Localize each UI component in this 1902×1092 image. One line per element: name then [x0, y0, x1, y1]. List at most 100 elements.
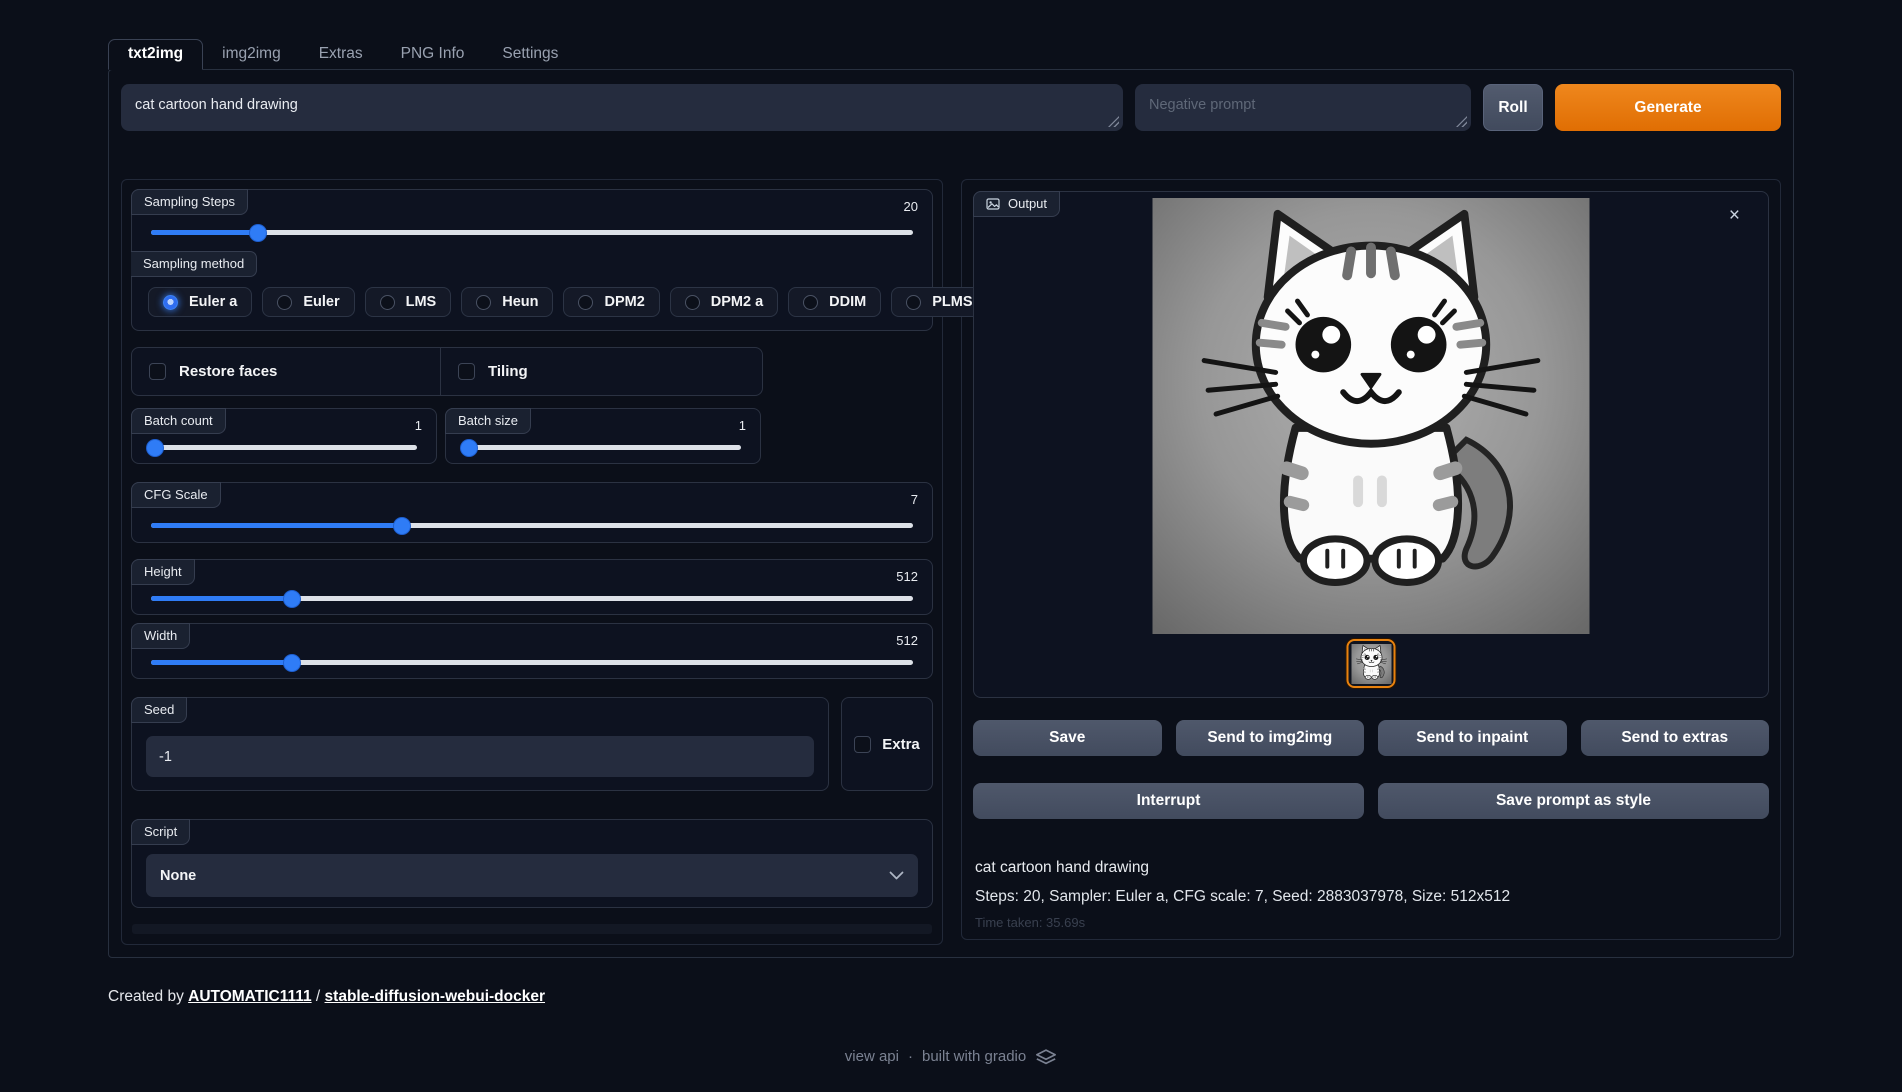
credit-separator: /	[312, 988, 325, 1005]
radio-dot-icon	[906, 295, 921, 310]
generate-button[interactable]: Generate	[1555, 84, 1781, 131]
seed-group: Seed	[131, 697, 829, 791]
extra-checkbox[interactable]	[854, 736, 871, 753]
restore-faces-option[interactable]: Restore faces	[132, 348, 440, 395]
radio-dot-icon	[803, 295, 818, 310]
cfg-scale-slider[interactable]	[151, 523, 913, 528]
seed-input[interactable]	[146, 736, 814, 777]
txt2img-panel: cat cartoon hand drawing Roll Generate S…	[108, 69, 1794, 958]
sampling-method-label: Sampling method	[131, 251, 257, 277]
send-to-extras-button[interactable]: Send to extras	[1581, 720, 1770, 756]
height-label: Height	[131, 559, 195, 585]
height-group: Height 512	[131, 559, 933, 615]
prompt-input[interactable]: cat cartoon hand drawing	[121, 84, 1123, 131]
batch-size-slider[interactable]	[465, 445, 741, 450]
radio-label: DDIM	[829, 294, 866, 310]
info-params-text: Steps: 20, Sampler: Euler a, CFG scale: …	[975, 888, 1767, 906]
height-slider[interactable]	[151, 596, 913, 601]
tab-extras[interactable]: Extras	[300, 40, 382, 69]
radio-label: DPM2 a	[711, 294, 763, 310]
settings-column: Sampling Steps 20 Sampling method Euler …	[121, 179, 943, 945]
credit-line: Created by AUTOMATIC1111 / stable-diffus…	[108, 988, 545, 1006]
prompt-row: cat cartoon hand drawing Roll Generate	[121, 84, 1781, 131]
script-label: Script	[131, 819, 190, 845]
cfg-scale-label: CFG Scale	[131, 482, 221, 508]
slider-knob[interactable]	[461, 440, 477, 456]
slider-knob[interactable]	[284, 591, 300, 607]
toggle-row: Restore faces Tiling	[131, 347, 763, 396]
slider-knob[interactable]	[284, 655, 300, 671]
restore-faces-checkbox[interactable]	[149, 363, 166, 380]
sampling-method-label-row: Sampling method	[148, 251, 916, 277]
send-to-img2img-button[interactable]: Send to img2img	[1176, 720, 1365, 756]
sampling-method-radios: Euler a Euler LMS Heun	[148, 287, 916, 317]
tab-png-info[interactable]: PNG Info	[382, 40, 484, 69]
webui-app: txt2img img2img Extras PNG Info Settings…	[108, 40, 1794, 958]
slider-knob[interactable]	[394, 518, 410, 534]
send-to-inpaint-button[interactable]: Send to inpaint	[1378, 720, 1567, 756]
radio-lms[interactable]: LMS	[365, 287, 452, 317]
radio-label: Euler a	[189, 294, 237, 310]
tab-img2img[interactable]: img2img	[203, 40, 300, 69]
radio-label: Heun	[502, 294, 538, 310]
created-by-text: Created by	[108, 988, 188, 1005]
batch-count-slider[interactable]	[151, 445, 417, 450]
radio-dpm2-a[interactable]: DPM2 a	[670, 287, 778, 317]
slider-fill	[151, 660, 292, 665]
view-api-link[interactable]: view api	[845, 1048, 899, 1065]
batch-count-group: Batch count 1	[131, 408, 437, 464]
radio-dot-icon	[380, 295, 395, 310]
script-dropdown[interactable]: None	[146, 854, 918, 897]
info-time-text: Time taken: 35.69s	[975, 915, 1767, 930]
generated-image	[1153, 198, 1590, 634]
sampling-steps-value: 20	[904, 199, 918, 214]
radio-dot-icon	[277, 295, 292, 310]
repo-link[interactable]: stable-diffusion-webui-docker	[325, 988, 545, 1005]
extra-seed-option[interactable]: Extra	[841, 697, 933, 791]
tiling-option[interactable]: Tiling	[440, 348, 762, 395]
cfg-scale-group: CFG Scale 7	[131, 482, 933, 543]
slider-fill	[151, 230, 258, 235]
radio-ddim[interactable]: DDIM	[788, 287, 881, 317]
restore-faces-label: Restore faces	[179, 363, 277, 380]
tiling-checkbox[interactable]	[458, 363, 475, 380]
gallery-thumbnail-selected[interactable]	[1347, 639, 1396, 688]
sampling-steps-label: Sampling Steps	[131, 189, 248, 215]
radio-dot-icon	[476, 295, 491, 310]
width-slider[interactable]	[151, 660, 913, 665]
extra-label: Extra	[882, 736, 920, 753]
radio-label: LMS	[406, 294, 437, 310]
gradio-footer: view api · built with gradio	[0, 1048, 1902, 1065]
radio-euler-a[interactable]: Euler a	[148, 287, 252, 317]
automatic1111-link[interactable]: AUTOMATIC1111	[188, 988, 311, 1005]
image-icon	[986, 197, 1000, 211]
radio-dot-icon	[685, 295, 700, 310]
script-dropdown-value: None	[160, 868, 196, 884]
interrupt-button[interactable]: Interrupt	[973, 783, 1364, 819]
roll-button[interactable]: Roll	[1483, 84, 1543, 131]
radio-dpm2[interactable]: DPM2	[563, 287, 659, 317]
radio-euler[interactable]: Euler	[262, 287, 354, 317]
sampling-group: Sampling Steps 20 Sampling method Euler …	[131, 189, 933, 331]
tab-txt2img[interactable]: txt2img	[108, 39, 203, 70]
radio-label: DPM2	[604, 294, 644, 310]
output-label: Output	[1008, 196, 1047, 211]
radio-heun[interactable]: Heun	[461, 287, 553, 317]
batch-count-value: 1	[415, 418, 422, 433]
batch-size-label: Batch size	[445, 408, 531, 434]
slider-knob[interactable]	[147, 440, 163, 456]
cfg-scale-value: 7	[911, 492, 918, 507]
tiling-label: Tiling	[488, 363, 528, 380]
slider-fill	[151, 523, 402, 528]
close-icon[interactable]: ×	[1729, 206, 1740, 225]
negative-prompt-input[interactable]	[1135, 84, 1471, 131]
action-buttons-row: Interrupt Save prompt as style	[973, 783, 1769, 819]
generation-info: cat cartoon hand drawing Steps: 20, Samp…	[973, 859, 1769, 930]
save-prompt-as-style-button[interactable]: Save prompt as style	[1378, 783, 1769, 819]
sampling-steps-slider[interactable]	[151, 230, 913, 235]
slider-knob[interactable]	[250, 225, 266, 241]
built-with-gradio-link[interactable]: built with gradio	[922, 1048, 1026, 1065]
tab-settings[interactable]: Settings	[483, 40, 577, 69]
script-group: Script None	[131, 819, 933, 908]
save-button[interactable]: Save	[973, 720, 1162, 756]
